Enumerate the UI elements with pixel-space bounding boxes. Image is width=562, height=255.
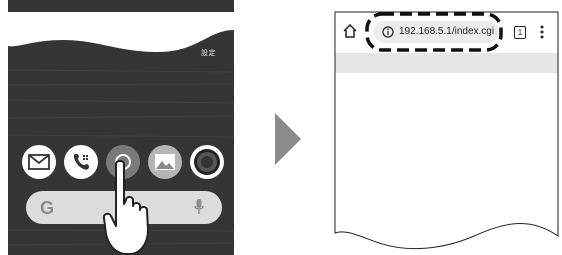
tab-switcher-button[interactable]: 1 [514, 26, 526, 39]
phone-screen: 設定 G [8, 0, 234, 255]
phone-icon [73, 153, 90, 170]
mail-app-button[interactable] [22, 145, 56, 179]
right-arrow-icon [275, 113, 301, 165]
phone-app-button[interactable] [64, 145, 98, 179]
settings-label[interactable]: 設定 [201, 48, 216, 58]
browser-toolbar: 192.168.5.1/index.cgi 1 [334, 11, 559, 53]
camera-app-button[interactable] [190, 145, 224, 179]
home-icon[interactable] [343, 24, 357, 38]
browser-window: 192.168.5.1/index.cgi 1 [334, 11, 559, 255]
more-vert-icon[interactable] [540, 25, 544, 39]
camera-icon [194, 149, 220, 175]
envelope-icon [28, 154, 50, 170]
url-highlight-marker [365, 12, 503, 52]
tap-hand-icon [102, 160, 149, 255]
google-logo: G [40, 198, 55, 218]
microphone-icon[interactable] [194, 199, 204, 215]
